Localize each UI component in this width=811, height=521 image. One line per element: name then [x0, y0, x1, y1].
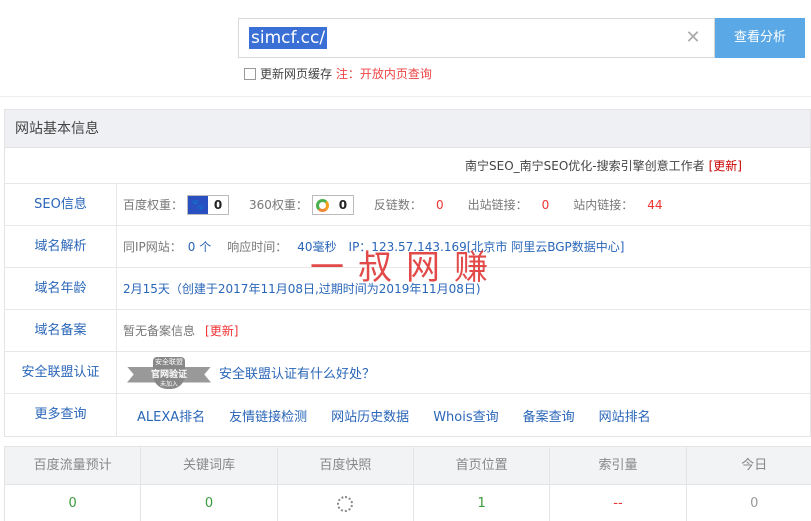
icp-label: 域名备案: [5, 310, 117, 351]
alliance-content: 安全联盟 官网验证 未加入 安全联盟认证有什么好处？: [117, 356, 375, 389]
baidu-traffic-value[interactable]: 0: [5, 485, 142, 521]
today-value[interactable]: 0: [687, 485, 811, 521]
search-bar: simcf.cc/ ✕ 查看分析: [238, 18, 805, 58]
more-query-label: 更多查询: [5, 394, 117, 436]
search-box[interactable]: simcf.cc/ ✕: [238, 18, 715, 58]
domain-age-row: 域名年龄 2月15天（创建于2017年11月08日,过期时间为2019年11月0…: [5, 268, 810, 310]
dns-content: 同IP网站： 0 个 响应时间： 40毫秒 IP：123.57.143.169[…: [117, 238, 624, 255]
response-time-value: 40毫秒: [297, 240, 337, 254]
more-query-links: ALEXA排名 友情链接检测 网站历史数据 Whois查询 备案查询 网站排名: [117, 406, 675, 425]
same-ip-label: 同IP网站：: [123, 240, 182, 254]
panel-title: 网站基本信息: [5, 110, 810, 148]
inlinks-label: 站内链接：: [573, 198, 634, 212]
loading-spinner-icon: [337, 495, 354, 512]
whois-link[interactable]: Whois查询: [433, 406, 498, 425]
stats-header: 今日: [687, 447, 811, 484]
stats-header: 索引量: [550, 447, 687, 484]
stats-value-row: 0 0 1 -- 0: [5, 485, 811, 521]
baidu-weight-value: 0: [213, 197, 223, 212]
seal-top-text: 安全联盟: [155, 357, 183, 366]
icp-content: 暂无备案信息 [更新]: [117, 322, 238, 339]
baidu-weight-label: 百度权重：: [123, 198, 184, 212]
so360-weight-label: 360权重：: [249, 198, 308, 212]
icp-query-link[interactable]: 备案查询: [523, 406, 575, 425]
analyze-button[interactable]: 查看分析: [715, 18, 805, 58]
homepage-position-value[interactable]: 1: [414, 485, 551, 521]
seal-bottom-text: 未加入: [159, 380, 178, 388]
icp-update-link[interactable]: [更新]: [205, 322, 238, 339]
site-title-update-link[interactable]: [更新]: [709, 159, 742, 173]
icp-value: 暂无备案信息: [123, 324, 196, 338]
update-cache-label[interactable]: 更新网页缓存: [260, 67, 332, 81]
alliance-label: 安全联盟认证: [5, 352, 117, 393]
dns-row: 域名解析 同IP网站： 0 个 响应时间： 40毫秒 IP：123.57.143…: [5, 226, 810, 268]
friend-link-check-link[interactable]: 友情链接检测: [229, 406, 307, 425]
alliance-row: 安全联盟认证 安全联盟 官网验证 未加入 安全联盟认证有什么好处？: [5, 352, 810, 394]
update-cache-checkbox[interactable]: [244, 68, 256, 80]
search-input[interactable]: simcf.cc/: [249, 27, 328, 49]
backlinks-value[interactable]: 0: [436, 198, 444, 212]
verification-seal-icon[interactable]: 安全联盟 官网验证 未加入: [127, 356, 211, 389]
index-count-value[interactable]: --: [550, 485, 687, 521]
stats-header: 关键词库: [141, 447, 278, 484]
cache-note: 注：开放内页查询: [335, 67, 432, 81]
keyword-count-value[interactable]: 0: [141, 485, 278, 521]
domain-age-value[interactable]: 2月15天（创建于2017年11月08日,过期时间为2019年11月08日): [123, 280, 481, 297]
site-history-link[interactable]: 网站历史数据: [331, 406, 409, 425]
so360-weight-value: 0: [338, 197, 348, 212]
site-title: 南宁SEO_南宁SEO优化-搜索引擎创意工作者: [465, 159, 705, 173]
baidu-weight-badge[interactable]: 🐾 0: [187, 194, 230, 215]
seo-info-label: SEO信息: [5, 184, 117, 225]
response-time-label: 响应时间：: [227, 240, 288, 254]
stats-header: 首页位置: [414, 447, 551, 484]
ip-location[interactable]: IP：123.57.143.169[北京市 阿里云BGP数据中心]: [349, 238, 625, 255]
site-rank-link[interactable]: 网站排名: [599, 406, 651, 425]
alliance-benefit-link[interactable]: 安全联盟认证有什么好处？: [219, 363, 375, 382]
so360-weight-badge[interactable]: 0: [311, 194, 354, 215]
close-icon[interactable]: ✕: [684, 29, 702, 47]
outlinks-value[interactable]: 0: [542, 198, 550, 212]
so360-ring-icon: [313, 196, 333, 214]
more-query-row: 更多查询 ALEXA排名 友情链接检测 网站历史数据 Whois查询 备案查询 …: [5, 394, 810, 436]
baidu-snapshot-cell: [278, 485, 414, 521]
cache-option: 更新网页缓存 注：开放内页查询: [244, 66, 432, 82]
stats-header-row: 百度流量预计 关键词库 百度快照 首页位置 索引量 今日: [5, 447, 811, 485]
stats-header: 百度流量预计: [5, 447, 142, 484]
stats-header: 百度快照: [278, 447, 414, 484]
alexa-rank-link[interactable]: ALEXA排名: [137, 406, 205, 425]
seo-info-content: 百度权重： 🐾 0 360权重： 0 反链数： 0 出站链接： 0 站内链接： …: [117, 194, 663, 215]
divider: [0, 96, 811, 97]
outlinks-label: 出站链接：: [467, 198, 528, 212]
baidu-paw-icon: 🐾: [188, 195, 209, 214]
seal-mid-text: 官网验证: [150, 369, 187, 380]
domain-age-label: 域名年龄: [5, 268, 117, 309]
backlinks-label: 反链数：: [373, 198, 422, 212]
domain-age-content: 2月15天（创建于2017年11月08日,过期时间为2019年11月08日): [117, 280, 481, 297]
seo-info-row: SEO信息 百度权重： 🐾 0 360权重： 0 反链数： 0 出站链接： 0 …: [5, 184, 810, 226]
icp-row: 域名备案 暂无备案信息 [更新]: [5, 310, 810, 352]
dns-label: 域名解析: [5, 226, 117, 267]
site-title-row: 南宁SEO_南宁SEO优化-搜索引擎创意工作者 [更新]: [5, 148, 810, 184]
stats-table: 百度流量预计 关键词库 百度快照 首页位置 索引量 今日 0 0 1 -- 0: [4, 446, 811, 521]
same-ip-value[interactable]: 0 个: [188, 238, 211, 255]
site-info-panel: 网站基本信息 南宁SEO_南宁SEO优化-搜索引擎创意工作者 [更新] SEO信息…: [4, 109, 811, 437]
inlinks-value[interactable]: 44: [647, 198, 662, 212]
